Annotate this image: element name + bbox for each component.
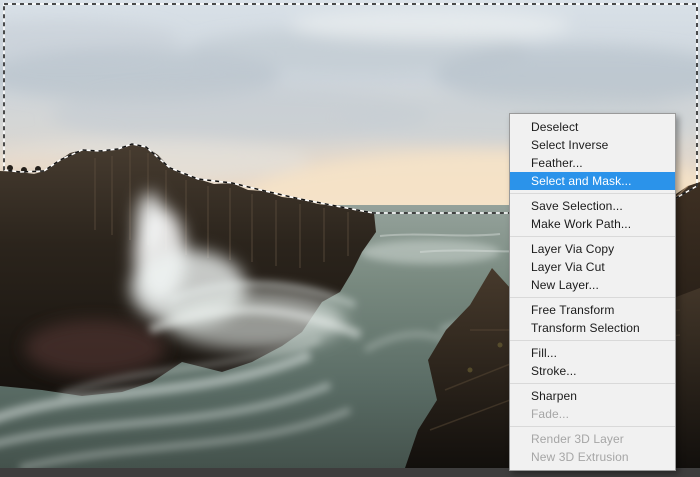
menu-item-layer-via-cut[interactable]: Layer Via Cut (510, 258, 675, 276)
menu-item-stroke[interactable]: Stroke... (510, 362, 675, 380)
menu-item-select-inverse[interactable]: Select Inverse (510, 136, 675, 154)
menu-item-select-and-mask[interactable]: Select and Mask... (510, 172, 675, 190)
menu-item-layer-via-copy[interactable]: Layer Via Copy (510, 240, 675, 258)
menu-item-make-work-path[interactable]: Make Work Path... (510, 215, 675, 233)
menu-item-free-transform[interactable]: Free Transform (510, 301, 675, 319)
menu-item-feather[interactable]: Feather... (510, 154, 675, 172)
context-menu: Deselect Select Inverse Feather... Select a… (509, 113, 676, 471)
menu-separator (510, 426, 675, 427)
menu-item-new-3d-extrusion: New 3D Extrusion (531, 450, 629, 464)
menu-item-sharpen[interactable]: Sharpen (510, 387, 675, 405)
menu-separator (510, 236, 675, 237)
menu-item-deselect[interactable]: Deselect (510, 118, 675, 136)
menu-item-save-selection[interactable]: Save Selection... (510, 197, 675, 215)
menu-item-fade: Fade... (531, 407, 570, 421)
menu-separator (510, 340, 675, 341)
menu-item-fill[interactable]: Fill... (510, 344, 675, 362)
menu-item-new-layer[interactable]: New Layer... (510, 276, 675, 294)
menu-separator (510, 297, 675, 298)
menu-separator (510, 193, 675, 194)
menu-item-transform-selection[interactable]: Transform Selection (510, 319, 675, 337)
menu-separator (510, 383, 675, 384)
menu-item-render-3d-layer: Render 3D Layer (531, 432, 624, 446)
